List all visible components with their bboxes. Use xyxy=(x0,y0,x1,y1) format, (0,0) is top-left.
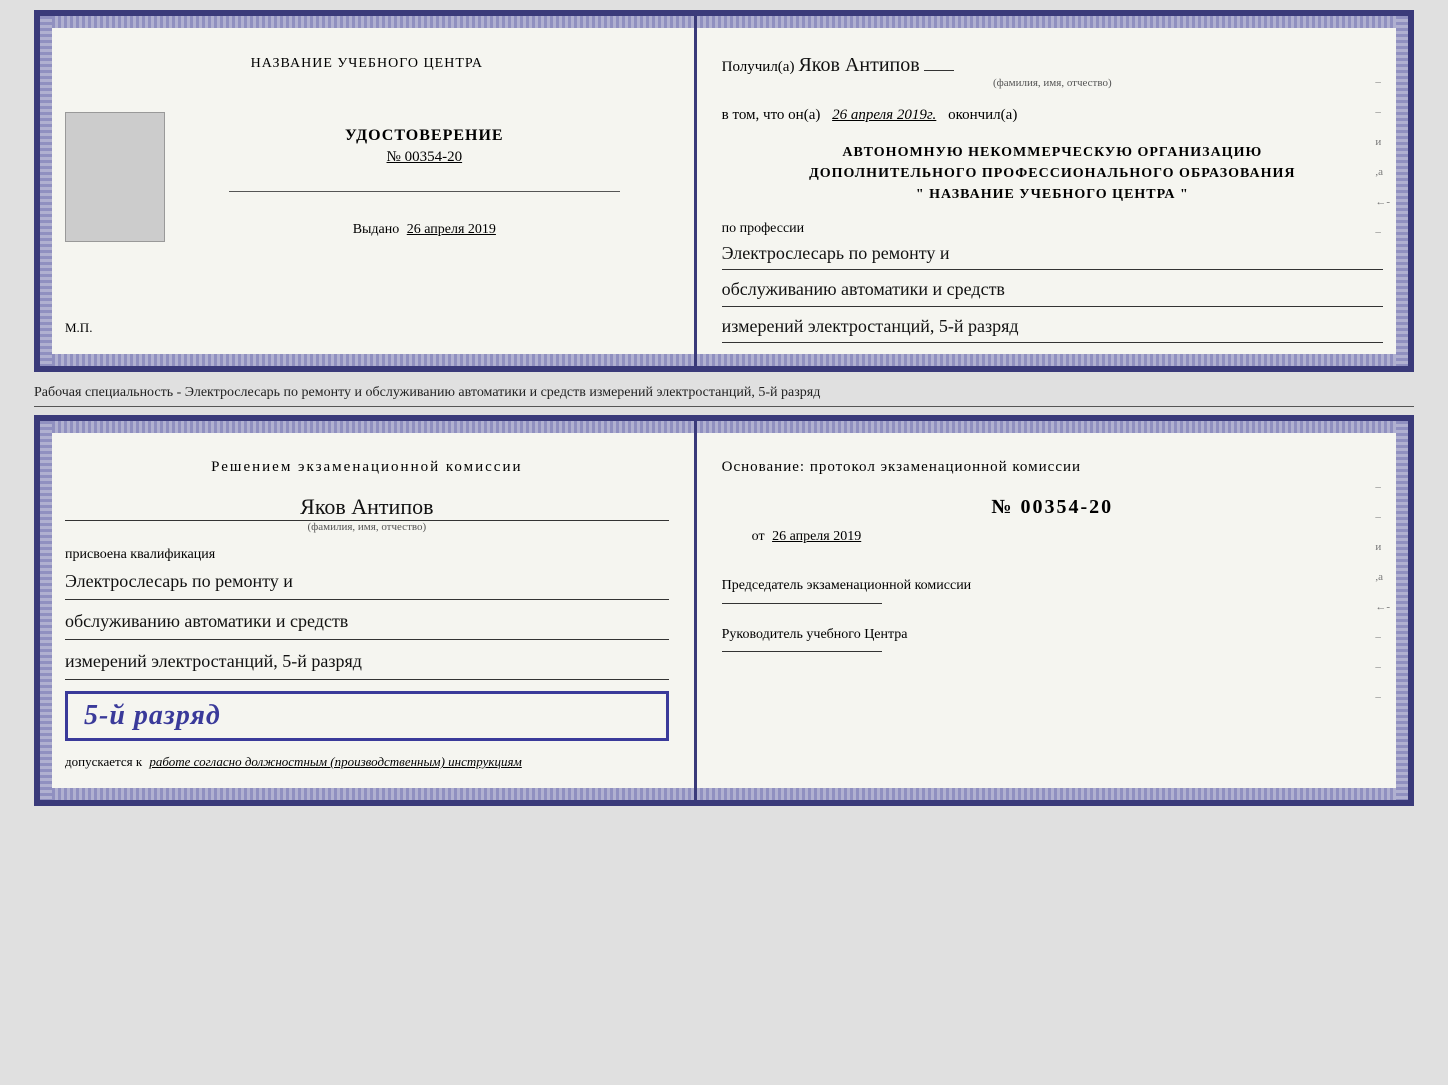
decision-title: Решением экзаменационной комиссии xyxy=(65,459,669,476)
basis-line: Основание: протокол экзаменационной коми… xyxy=(722,459,1383,476)
profession-line2: обслуживанию автоматики и средств xyxy=(722,273,1383,306)
chairman-signature xyxy=(722,603,882,604)
profession-label: по профессии xyxy=(722,221,1383,237)
org-line3: " НАЗВАНИЕ УЧЕБНОГО ЦЕНТРА " xyxy=(722,184,1383,205)
allowed-label: допускается к xyxy=(65,754,142,769)
date-line: в том, что он(а) 26 апреля 2019г. окончи… xyxy=(722,107,1383,124)
bottom-certificate-book: Решением экзаменационной комиссии Яков А… xyxy=(34,415,1414,806)
date-value: 26 апреля 2019г. xyxy=(832,107,936,123)
bottom-left-page: Решением экзаменационной комиссии Яков А… xyxy=(40,421,697,800)
finished-label: окончил(а) xyxy=(948,107,1017,123)
cert-number: № 00354-20 xyxy=(345,149,504,166)
profession-block: Электрослесарь по ремонту и обслуживанию… xyxy=(722,237,1383,343)
middle-strip: Рабочая специальность - Электрослесарь п… xyxy=(34,380,1414,407)
org-line2: ДОПОЛНИТЕЛЬНОГО ПРОФЕССИОНАЛЬНОГО ОБРАЗО… xyxy=(722,163,1383,184)
cert-title-block: УДОСТОВЕРЕНИЕ № 00354-20 xyxy=(345,127,504,166)
grade-badge-text: 5-й разряд xyxy=(84,700,221,731)
profession-line1: Электрослесарь по ремонту и xyxy=(722,237,1383,270)
grade-badge: 5-й разряд xyxy=(65,691,669,741)
cert-title: УДОСТОВЕРЕНИЕ xyxy=(345,127,504,145)
top-right-page: Получил(а) Яков Антипов (фамилия, имя, о… xyxy=(697,16,1408,366)
received-block: Получил(а) Яков Антипов (фамилия, имя, о… xyxy=(722,54,1383,89)
head-block: Руководитель учебного Центра xyxy=(722,624,1383,652)
head-label: Руководитель учебного Центра xyxy=(722,627,908,642)
issued-date: 26 апреля 2019 xyxy=(407,222,496,237)
qual-line2: обслуживанию автоматики и средств xyxy=(65,603,669,640)
qual-line1: Электрослесарь по ремонту и xyxy=(65,563,669,600)
profession-line3: измерений электростанций, 5-й разряд xyxy=(722,310,1383,343)
bottom-name-block: Яков Антипов (фамилия, имя, отчество) xyxy=(65,494,669,533)
allowed-line: допускается к работе согласно должностны… xyxy=(65,754,669,770)
right-decorations-bottom: и ,а ←- xyxy=(1375,481,1390,703)
protocol-number-text: № 00354-20 xyxy=(991,496,1113,518)
received-label: Получил(а) xyxy=(722,59,795,75)
issued-label: Выдано xyxy=(353,222,400,237)
top-certificate-book: НАЗВАНИЕ УЧЕБНОГО ЦЕНТРА УДОСТОВЕРЕНИЕ №… xyxy=(34,10,1414,372)
bottom-right-page: Основание: протокол экзаменационной коми… xyxy=(697,421,1408,800)
org-line1: АВТОНОМНУЮ НЕКОММЕРЧЕСКУЮ ОРГАНИЗАЦИЮ xyxy=(722,142,1383,163)
recipient-name: Яков Антипов xyxy=(798,54,919,76)
top-school-name: НАЗВАНИЕ УЧЕБНОГО ЦЕНТРА xyxy=(251,56,483,71)
chairman-block: Председатель экзаменационной комиссии xyxy=(722,575,1383,603)
middle-text: Рабочая специальность - Электрослесарь п… xyxy=(34,385,820,400)
right-decorations: и ,а ←- xyxy=(1375,76,1390,238)
issued-line: Выдано 26 апреля 2019 xyxy=(353,222,496,238)
mp-label: М.П. xyxy=(65,320,92,336)
top-left-page: НАЗВАНИЕ УЧЕБНОГО ЦЕНТРА УДОСТОВЕРЕНИЕ №… xyxy=(40,16,697,366)
head-signature xyxy=(722,651,882,652)
qual-block: Электрослесарь по ремонту и обслуживанию… xyxy=(65,563,669,683)
allowed-text: работе согласно должностным (производств… xyxy=(149,754,521,769)
assigned-qual-label: присвоена квалификация xyxy=(65,547,669,563)
org-block: АВТОНОМНУЮ НЕКОММЕРЧЕСКУЮ ОРГАНИЗАЦИЮ ДО… xyxy=(722,142,1383,205)
date-label: в том, что он(а) xyxy=(722,107,821,123)
from-label: от xyxy=(752,529,765,544)
photo-placeholder xyxy=(65,112,165,242)
qual-line3: измерений электростанций, 5-й разряд xyxy=(65,643,669,680)
bottom-name-subtext: (фамилия, имя, отчество) xyxy=(65,521,669,533)
bottom-person-name: Яков Антипов xyxy=(65,494,669,521)
from-date-line: от 26 апреля 2019 xyxy=(752,529,1383,545)
chairman-label: Председатель экзаменационной комиссии xyxy=(722,578,972,593)
name-subtext-top: (фамилия, имя, отчество) xyxy=(722,77,1383,89)
from-date: 26 апреля 2019 xyxy=(772,529,861,544)
protocol-number: № 00354-20 xyxy=(722,496,1383,519)
